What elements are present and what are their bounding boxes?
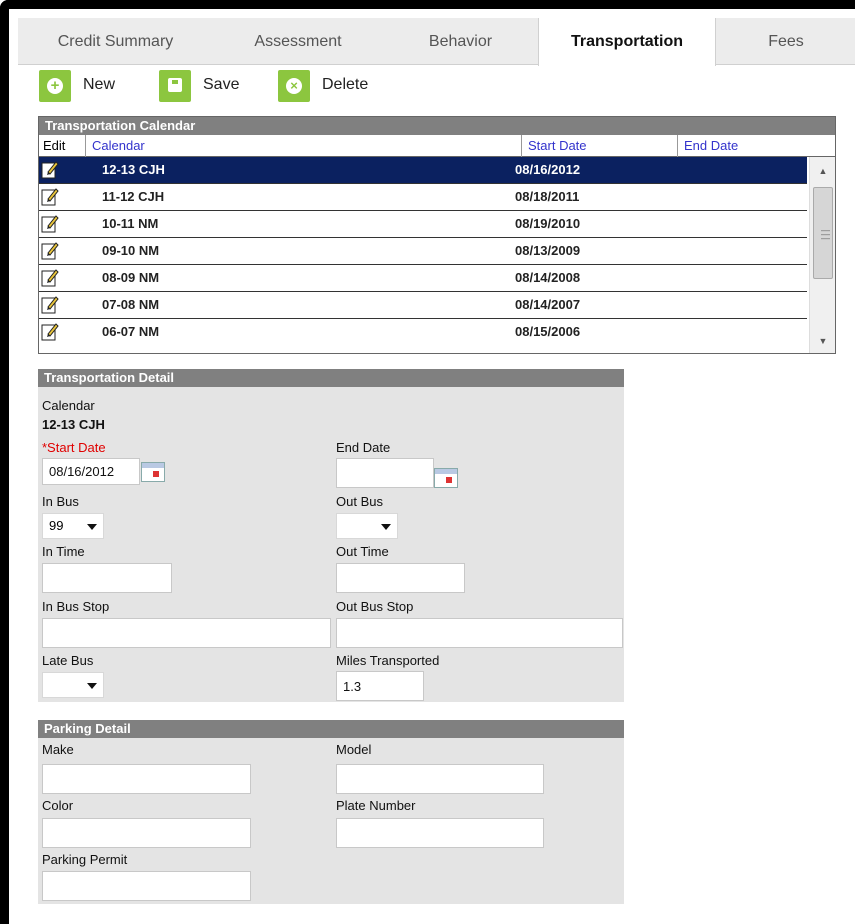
table-row[interactable]: 09-10 NM 08/13/2009 bbox=[39, 238, 807, 265]
row-start-date: 08/14/2007 bbox=[515, 297, 581, 312]
scroll-thumb[interactable]: ― ― ― bbox=[813, 187, 833, 279]
make-input[interactable] bbox=[42, 764, 251, 794]
in-time-label: In Time bbox=[42, 544, 85, 559]
row-calendar: 10-11 NM bbox=[102, 216, 159, 231]
in-bus-value: 99 bbox=[49, 518, 64, 533]
row-start-date: 08/18/2011 bbox=[515, 189, 580, 204]
end-date-label: End Date bbox=[336, 440, 391, 455]
edit-pencil-icon[interactable] bbox=[41, 241, 59, 260]
end-date-input[interactable] bbox=[336, 458, 434, 488]
edit-pencil-icon[interactable] bbox=[41, 187, 59, 206]
calendar-picker-icon[interactable] bbox=[141, 462, 165, 482]
out-bus-stop-input[interactable] bbox=[336, 618, 623, 648]
table-row[interactable]: 12-13 CJH 08/16/2012 bbox=[39, 157, 807, 184]
column-header-edit: Edit bbox=[43, 138, 66, 153]
row-calendar: 08-09 NM bbox=[102, 270, 160, 285]
plus-circle-icon: + bbox=[39, 70, 71, 102]
tab-fees[interactable]: Fees bbox=[716, 18, 855, 65]
edit-pencil-icon[interactable] bbox=[41, 295, 59, 314]
start-date-label: *Start Date bbox=[42, 440, 106, 455]
calendar-picker-icon[interactable] bbox=[434, 468, 458, 488]
edit-pencil-icon[interactable] bbox=[41, 322, 59, 341]
tab-behavior[interactable]: Behavior bbox=[383, 18, 538, 65]
model-input[interactable] bbox=[336, 764, 544, 794]
in-bus-label: In Bus bbox=[42, 494, 79, 509]
table-row[interactable]: 07-08 NM 08/14/2007 bbox=[39, 292, 807, 319]
row-calendar: 12-13 CJH bbox=[102, 162, 165, 177]
edit-pencil-icon[interactable] bbox=[41, 160, 59, 179]
in-time-input[interactable] bbox=[42, 563, 172, 593]
row-start-date: 08/19/2010 bbox=[515, 216, 581, 231]
row-start-date: 08/16/2012 bbox=[515, 162, 581, 177]
late-bus-select[interactable] bbox=[42, 672, 104, 698]
chevron-down-icon bbox=[87, 683, 97, 689]
table-row[interactable]: 08-09 NM 08/14/2008 bbox=[39, 265, 807, 292]
row-calendar: 09-10 NM bbox=[102, 243, 160, 258]
table-row[interactable]: 11-12 CJH 08/18/2011 bbox=[39, 184, 807, 211]
tab-credit-summary[interactable]: Credit Summary bbox=[18, 18, 213, 65]
floppy-disk-icon bbox=[159, 70, 191, 102]
row-start-date: 08/14/2008 bbox=[515, 270, 581, 285]
in-bus-stop-label: In Bus Stop bbox=[42, 599, 110, 614]
transportation-detail-panel: Transportation Detail Calendar 12-13 CJH… bbox=[38, 369, 624, 702]
grid-rows: 12-13 CJH 08/16/2012 11-12 CJH 08/18/201… bbox=[39, 157, 807, 346]
new-button-label: New bbox=[83, 76, 116, 93]
table-row[interactable]: 10-11 NM 08/19/2010 bbox=[39, 211, 807, 238]
grip-lines-icon: ― ― ― bbox=[821, 225, 830, 243]
delete-button-label: Delete bbox=[322, 76, 369, 93]
calendar-value: 12-13 CJH bbox=[42, 417, 105, 432]
out-bus-select[interactable] bbox=[336, 513, 398, 539]
out-bus-label: Out Bus bbox=[336, 494, 383, 509]
row-start-date: 08/13/2009 bbox=[515, 243, 581, 258]
chevron-down-icon bbox=[87, 524, 97, 530]
chevron-down-icon bbox=[381, 524, 391, 530]
grid-title: Transportation Calendar bbox=[39, 117, 835, 135]
in-bus-select[interactable]: 99 bbox=[42, 513, 104, 539]
delete-button[interactable]: × Delete bbox=[278, 70, 388, 102]
row-start-date: 08/15/2006 bbox=[515, 324, 581, 339]
tab-assessment[interactable]: Assessment bbox=[213, 18, 383, 65]
make-label: Make bbox=[42, 742, 74, 757]
column-header-start-date[interactable]: Start Date bbox=[521, 135, 676, 157]
miles-transported-label: Miles Transported bbox=[336, 653, 440, 668]
in-bus-stop-input[interactable] bbox=[42, 618, 331, 648]
plate-number-label: Plate Number bbox=[336, 798, 416, 813]
scroll-down-arrow-icon[interactable]: ▼ bbox=[810, 331, 836, 351]
out-time-label: Out Time bbox=[336, 544, 389, 559]
row-calendar: 11-12 CJH bbox=[102, 189, 165, 204]
row-calendar: 07-08 NM bbox=[102, 297, 160, 312]
grid-header: Edit Calendar Start Date End Date bbox=[39, 135, 835, 157]
detail-title: Transportation Detail bbox=[38, 369, 624, 387]
scroll-up-arrow-icon[interactable]: ▲ bbox=[810, 161, 836, 181]
vertical-scrollbar[interactable]: ▲ ― ― ― ▼ bbox=[809, 157, 835, 353]
new-button[interactable]: + New bbox=[39, 70, 139, 102]
column-header-calendar[interactable]: Calendar bbox=[85, 135, 525, 157]
transportation-calendar-grid: Transportation Calendar Edit Calendar St… bbox=[38, 116, 836, 354]
save-button-label: Save bbox=[203, 76, 240, 93]
parking-permit-input[interactable] bbox=[42, 871, 251, 901]
parking-title: Parking Detail bbox=[38, 720, 624, 738]
miles-transported-input[interactable]: 1.3 bbox=[336, 671, 424, 701]
start-date-input[interactable]: 08/16/2012 bbox=[42, 458, 140, 485]
out-bus-stop-label: Out Bus Stop bbox=[336, 599, 414, 614]
parking-detail-panel: Parking Detail Make Model Color Plate Nu… bbox=[38, 720, 624, 904]
edit-pencil-icon[interactable] bbox=[41, 268, 59, 287]
color-input[interactable] bbox=[42, 818, 251, 848]
plate-number-input[interactable] bbox=[336, 818, 544, 848]
tab-bar: Credit Summary Assessment Behavior Trans… bbox=[18, 18, 855, 66]
table-row[interactable]: 06-07 NM 08/15/2006 bbox=[39, 319, 807, 346]
edit-pencil-icon[interactable] bbox=[41, 214, 59, 233]
calendar-label: Calendar bbox=[42, 398, 95, 413]
column-header-end-date[interactable]: End Date bbox=[677, 135, 807, 157]
x-circle-icon: × bbox=[278, 70, 310, 102]
color-label: Color bbox=[42, 798, 74, 813]
tab-transportation[interactable]: Transportation bbox=[538, 18, 716, 66]
save-button[interactable]: Save bbox=[159, 70, 259, 102]
out-time-input[interactable] bbox=[336, 563, 465, 593]
parking-permit-label: Parking Permit bbox=[42, 852, 128, 867]
model-label: Model bbox=[336, 742, 372, 757]
row-calendar: 06-07 NM bbox=[102, 324, 160, 339]
late-bus-label: Late Bus bbox=[42, 653, 94, 668]
